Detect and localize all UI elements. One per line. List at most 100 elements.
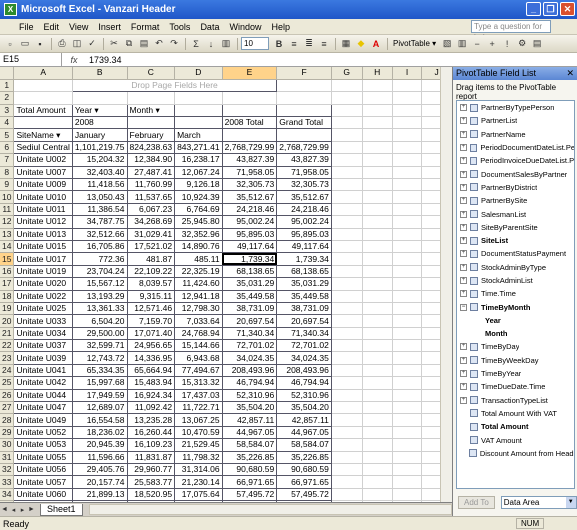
- cell[interactable]: 90,680.59: [221, 462, 278, 477]
- cell[interactable]: 12,941.18: [174, 289, 223, 303]
- cell[interactable]: 42,857.11: [221, 413, 278, 427]
- add-to-button[interactable]: Add To: [458, 495, 495, 509]
- row-header[interactable]: 6: [0, 141, 15, 155]
- cell[interactable]: 17,949.59: [71, 388, 128, 403]
- cell[interactable]: 31,314.06: [174, 462, 223, 477]
- font-size-select[interactable]: 10: [241, 37, 269, 50]
- cell[interactable]: 34,787.75: [71, 215, 128, 229]
- cell[interactable]: 29,405.76: [71, 462, 128, 477]
- drop-page-fields-zone[interactable]: Drop Page Fields Here: [71, 78, 278, 93]
- cell[interactable]: [392, 277, 423, 291]
- cell[interactable]: [362, 290, 393, 303]
- cell[interactable]: 38,731.09: [221, 301, 278, 316]
- row-header[interactable]: 20: [0, 314, 15, 328]
- cell[interactable]: Unitate U055: [13, 450, 73, 465]
- collapse-icon[interactable]: −: [460, 303, 467, 311]
- cell[interactable]: [362, 351, 393, 365]
- expand-icon[interactable]: +: [460, 277, 467, 284]
- cell[interactable]: [331, 277, 363, 291]
- cell[interactable]: 35,226.85: [276, 450, 332, 465]
- cell[interactable]: Unitate U017: [13, 252, 73, 266]
- cell[interactable]: 32,305.73: [221, 177, 278, 192]
- row-header[interactable]: 11: [0, 203, 15, 217]
- cell[interactable]: 20,945.39: [71, 438, 128, 452]
- cell[interactable]: 43,827.39: [276, 153, 332, 167]
- column-header[interactable]: I: [392, 67, 423, 80]
- cell[interactable]: Unitate U037: [13, 339, 73, 353]
- column-header[interactable]: E: [222, 67, 278, 80]
- cell[interactable]: 25,583.77: [126, 475, 176, 489]
- cell[interactable]: 32,305.73: [276, 177, 332, 192]
- cell[interactable]: Unitate U009: [13, 177, 73, 192]
- cell[interactable]: [331, 215, 363, 229]
- select-all-corner[interactable]: [0, 67, 15, 80]
- cell[interactable]: [331, 364, 363, 378]
- cell[interactable]: Unitate U044: [13, 388, 73, 403]
- close-button[interactable]: ✕: [560, 2, 575, 16]
- cell[interactable]: 95,895.03: [276, 227, 332, 241]
- cell[interactable]: 21,529.45: [174, 438, 223, 452]
- vertical-scrollbar[interactable]: [440, 67, 452, 502]
- row-header[interactable]: 34: [0, 488, 15, 502]
- cell[interactable]: 2,768,729.99: [276, 140, 332, 155]
- cell[interactable]: [331, 178, 363, 192]
- cell[interactable]: [392, 153, 423, 167]
- field-item[interactable]: + PartnerByDistrict: [457, 181, 574, 194]
- preview-icon[interactable]: ◫: [70, 37, 84, 51]
- print-icon[interactable]: ⎙: [55, 37, 69, 51]
- cell[interactable]: [331, 79, 363, 93]
- cell[interactable]: [362, 91, 393, 105]
- expand-icon[interactable]: +: [460, 157, 467, 165]
- cell[interactable]: [362, 228, 393, 241]
- cell[interactable]: 23,704.24: [71, 264, 128, 279]
- cell[interactable]: 11,418.56: [71, 177, 128, 192]
- cell[interactable]: 32,403.40: [71, 165, 128, 180]
- formula-input[interactable]: 1739.34: [86, 55, 122, 65]
- cell[interactable]: 7,033.64: [174, 314, 223, 328]
- field-item[interactable]: + SiteByParentSite: [457, 221, 574, 234]
- menu-insert[interactable]: Insert: [93, 22, 126, 32]
- cell[interactable]: Unitate U042: [13, 376, 73, 390]
- menu-edit[interactable]: Edit: [39, 22, 65, 32]
- cell[interactable]: 11,424.60: [174, 277, 223, 291]
- cell[interactable]: 72,701.02: [221, 339, 278, 353]
- chevron-down-icon[interactable]: ▼: [565, 496, 576, 508]
- cell[interactable]: Month ▾: [126, 103, 176, 118]
- cell[interactable]: [392, 252, 423, 266]
- close-pane-icon[interactable]: ✕: [566, 67, 574, 80]
- cell[interactable]: Unitate U056: [13, 462, 73, 477]
- cell[interactable]: 772.36: [71, 252, 128, 266]
- row-header[interactable]: 31: [0, 451, 15, 465]
- paste-icon[interactable]: ▤: [137, 37, 151, 51]
- cell[interactable]: [331, 475, 363, 489]
- cell[interactable]: 27,487.41: [126, 165, 176, 180]
- field-item[interactable]: + PartnerBySite: [457, 194, 574, 207]
- cell[interactable]: [362, 438, 393, 452]
- row-header[interactable]: 26: [0, 389, 15, 403]
- spelling-icon[interactable]: ✓: [85, 37, 99, 51]
- row-header[interactable]: 18: [0, 290, 15, 303]
- fill-color-icon[interactable]: ◆: [354, 37, 368, 51]
- cell[interactable]: 485.11: [174, 252, 223, 266]
- cell[interactable]: [392, 376, 423, 390]
- cell[interactable]: 2008 Total: [221, 116, 278, 130]
- cell[interactable]: [331, 290, 363, 303]
- expand-icon[interactable]: +: [460, 197, 467, 205]
- expand-icon[interactable]: +: [460, 210, 467, 218]
- row-header[interactable]: 12: [0, 215, 15, 229]
- cell[interactable]: 16,924.34: [126, 388, 176, 403]
- column-header[interactable]: A: [13, 67, 73, 80]
- row-header[interactable]: 33: [0, 475, 15, 489]
- field-item[interactable]: Total Amount With VAT: [457, 407, 574, 420]
- cell[interactable]: [362, 401, 393, 415]
- cell[interactable]: Unitate U052: [13, 425, 73, 440]
- cell[interactable]: [276, 128, 332, 142]
- cell[interactable]: 11,596.66: [71, 450, 128, 465]
- cell[interactable]: [392, 475, 423, 489]
- row-header[interactable]: 25: [0, 376, 15, 390]
- cut-icon[interactable]: ✂: [107, 37, 121, 51]
- cell[interactable]: 11,092.42: [126, 401, 176, 415]
- cell[interactable]: [13, 91, 73, 105]
- cell[interactable]: 1,739.34: [276, 252, 332, 266]
- cell[interactable]: 34,268.69: [126, 215, 176, 229]
